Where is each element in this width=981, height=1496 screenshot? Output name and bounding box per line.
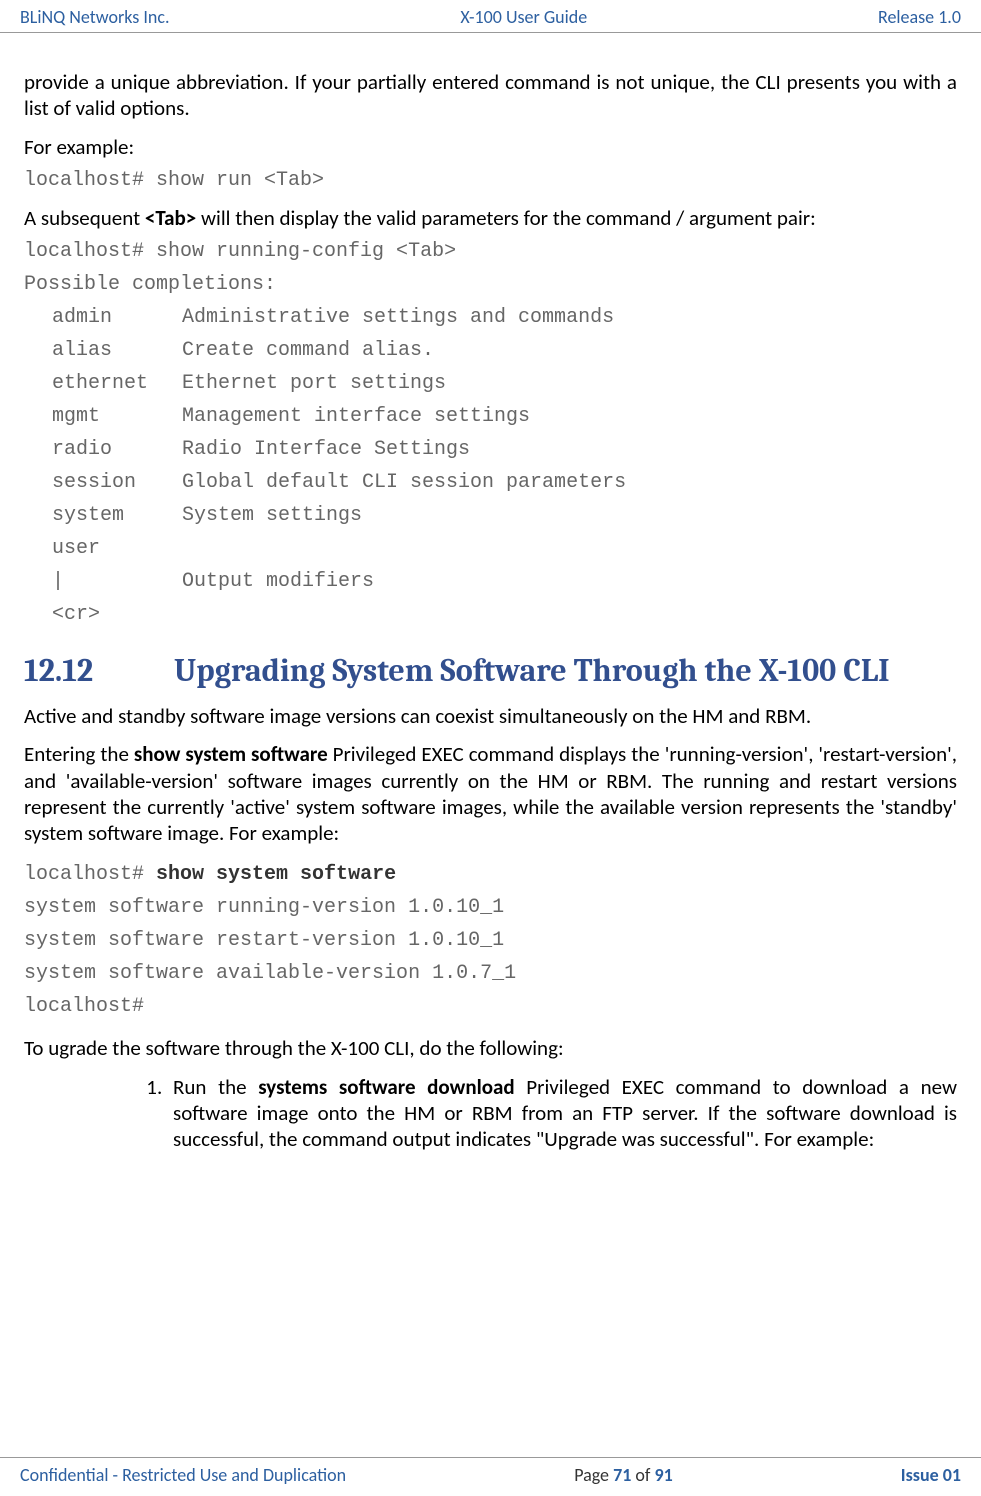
- completions-list: adminAdministrative settings and command…: [24, 305, 957, 627]
- footer-page-a: Page: [574, 1464, 613, 1486]
- completion-key: session: [52, 470, 182, 495]
- completion-key: mgmt: [52, 404, 182, 429]
- completion-desc: Radio Interface Settings: [182, 437, 470, 462]
- ordered-steps: Run the systems software download Privil…: [139, 1074, 957, 1153]
- cli-command-typed: show system software: [156, 863, 396, 886]
- for-example-label: For example:: [24, 134, 957, 160]
- completion-key: alias: [52, 338, 182, 363]
- footer-page-b: of: [631, 1464, 654, 1486]
- cli-output-line: system software available-version 1.0.7_…: [24, 961, 957, 986]
- footer-page-indicator: Page 71 of 91: [574, 1464, 673, 1486]
- completion-key: radio: [52, 437, 182, 462]
- cli-output-line: system software running-version 1.0.10_1: [24, 895, 957, 920]
- completion-row: aliasCreate command alias.: [24, 338, 957, 363]
- cli-example-1: localhost# show run <Tab>: [24, 168, 957, 193]
- footer-confidential: Confidential - Restricted Use and Duplic…: [20, 1464, 346, 1486]
- cli-output-block: localhost# show system software system s…: [24, 862, 957, 1019]
- header-company: BLiNQ Networks Inc.: [20, 6, 170, 28]
- paragraph-show-cmd: Entering the show system software Privil…: [24, 741, 957, 846]
- li1a: Run the: [173, 1074, 258, 1100]
- paragraph-intro: provide a unique abbreviation. If your p…: [24, 69, 957, 122]
- completion-key: admin: [52, 305, 182, 330]
- footer-page-number: 71: [613, 1464, 631, 1486]
- completion-desc: Administrative settings and commands: [182, 305, 614, 330]
- p4a: Entering the: [24, 741, 134, 767]
- cli-example-2: localhost# show running-config <Tab>: [24, 239, 957, 264]
- paragraph-upgrade-steps: To ugrade the software through the X-100…: [24, 1035, 957, 1061]
- completion-desc: Output modifiers: [182, 569, 374, 594]
- completion-key: ethernet: [52, 371, 182, 396]
- paragraph-tab-note: A subsequent <Tab> will then display the…: [24, 205, 957, 231]
- step-1: Run the systems software download Privil…: [167, 1074, 957, 1153]
- page-header: BLiNQ Networks Inc. X-100 User Guide Rel…: [0, 0, 981, 33]
- p4-cmd: show system software: [134, 741, 328, 767]
- cli-prompt: localhost#: [24, 863, 156, 886]
- completion-desc: Create command alias.: [182, 338, 434, 363]
- li1-cmd: systems software download: [258, 1074, 514, 1100]
- possible-completions-label: Possible completions:: [24, 272, 957, 297]
- completion-row: systemSystem settings: [24, 503, 957, 528]
- page-footer: Confidential - Restricted Use and Duplic…: [0, 1457, 981, 1496]
- p2-tab: <Tab>: [145, 205, 196, 231]
- heading-number: 12.12: [24, 651, 174, 691]
- footer-issue: Issue 01: [901, 1464, 961, 1486]
- header-doc-title: X-100 User Guide: [460, 6, 587, 28]
- heading-text: Upgrading System Software Through the X-…: [174, 652, 890, 689]
- footer-page-total: 91: [654, 1464, 672, 1486]
- completion-desc: Management interface settings: [182, 404, 530, 429]
- cli-output-line: system software restart-version 1.0.10_1: [24, 928, 957, 953]
- completion-desc: System settings: [182, 503, 362, 528]
- cli-prompt-line: localhost# show system software: [24, 862, 957, 887]
- completion-desc: Global default CLI session parameters: [182, 470, 626, 495]
- completion-row: |Output modifiers: [24, 569, 957, 594]
- completion-key: system: [52, 503, 182, 528]
- p2a: A subsequent: [24, 205, 145, 231]
- header-release: Release 1.0: [878, 6, 961, 28]
- completion-key: user: [52, 536, 182, 561]
- completion-row: ethernetEthernet port settings: [24, 371, 957, 396]
- page: BLiNQ Networks Inc. X-100 User Guide Rel…: [0, 0, 981, 1496]
- completion-row: adminAdministrative settings and command…: [24, 305, 957, 330]
- section-heading: 12.12Upgrading System Software Through t…: [24, 651, 957, 691]
- completion-row: user: [24, 536, 957, 561]
- p2b: will then display the valid parameters f…: [196, 205, 816, 231]
- completion-key: <cr>: [52, 602, 182, 627]
- completion-key: |: [52, 569, 182, 594]
- completion-row: mgmtManagement interface settings: [24, 404, 957, 429]
- completion-row: sessionGlobal default CLI session parame…: [24, 470, 957, 495]
- completion-row: radioRadio Interface Settings: [24, 437, 957, 462]
- completion-desc: Ethernet port settings: [182, 371, 446, 396]
- page-content: provide a unique abbreviation. If your p…: [0, 33, 981, 1457]
- paragraph-coexist: Active and standby software image versio…: [24, 703, 957, 729]
- cli-output-line: localhost#: [24, 994, 957, 1019]
- completion-row: <cr>: [24, 602, 957, 627]
